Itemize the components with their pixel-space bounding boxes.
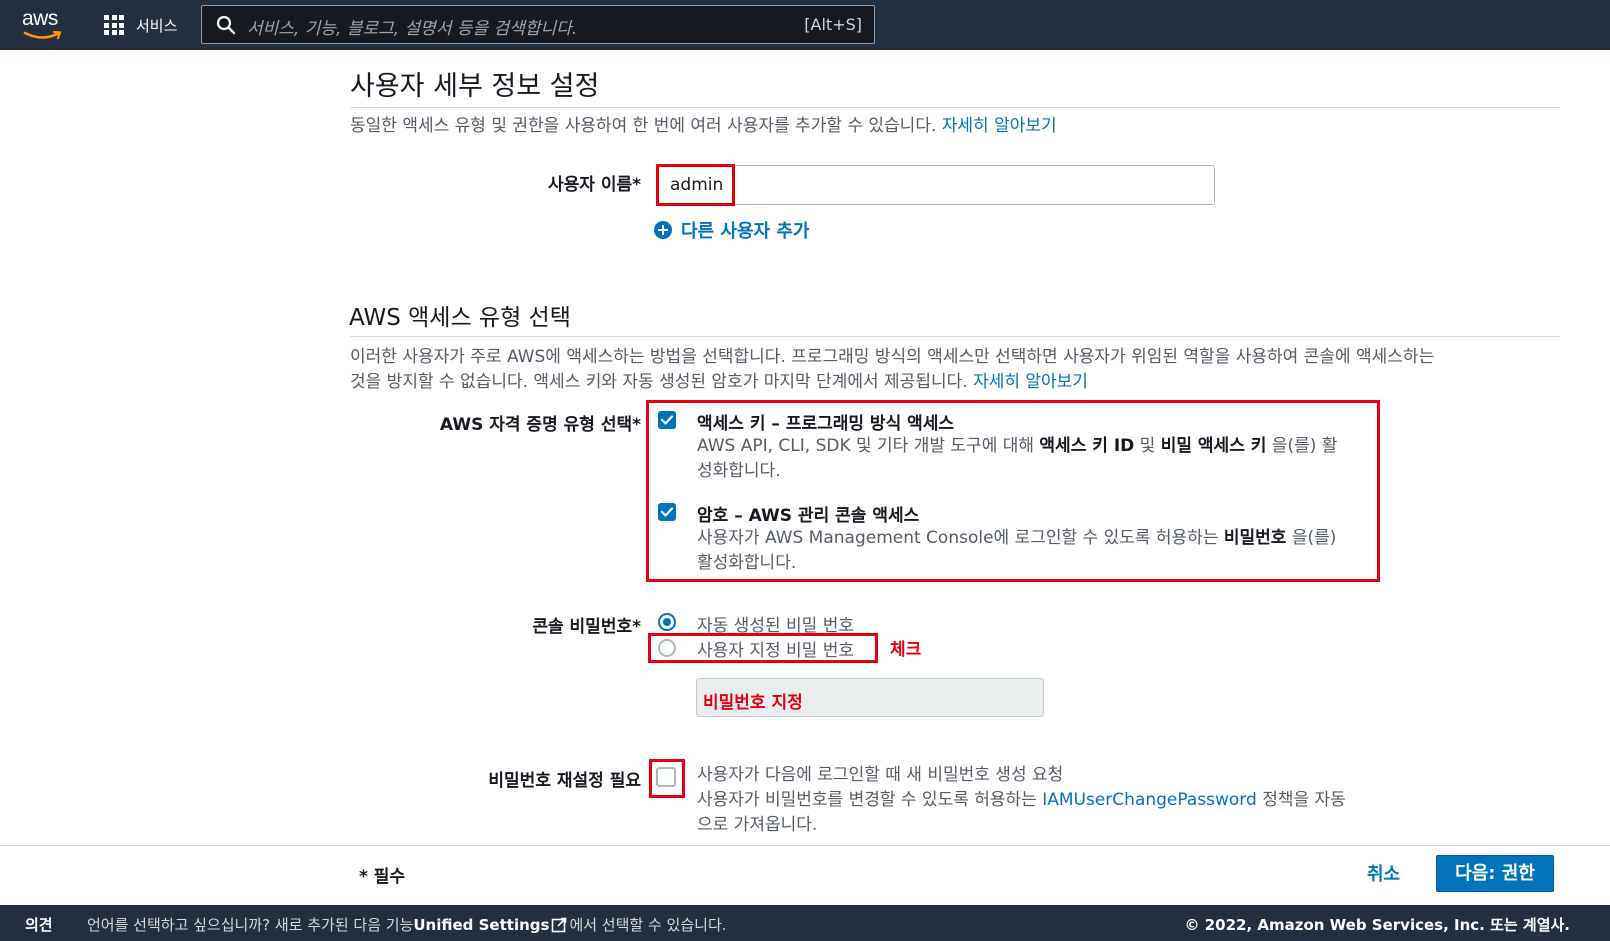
feedback-button[interactable]: 의견: [25, 914, 53, 935]
username-label: 사용자 이름*: [547, 175, 641, 195]
access-type-title: AWS 액세스 유형 선택: [349, 305, 571, 331]
aws-logo[interactable]: aws: [22, 8, 64, 42]
annotation-check-note: 체크: [890, 640, 922, 660]
plus-circle-icon: [654, 221, 672, 239]
add-user-label: 다른 사용자 추가: [681, 221, 810, 242]
learn-more-link-2[interactable]: 자세히 알아보기: [973, 372, 1088, 392]
title-divider: [350, 107, 1560, 108]
console-footer-bar: 의견 언어를 선택하고 싶으십니까? 새로 추가된 다음 기능Unified S…: [0, 905, 1610, 941]
learn-more-link[interactable]: 자세히 알아보기: [942, 116, 1057, 136]
cancel-button[interactable]: 취소: [1367, 860, 1400, 886]
external-link-icon: [552, 917, 567, 933]
console-password-label: 콘솔 비밀번호*: [532, 617, 641, 637]
username-field[interactable]: admin: [657, 165, 1215, 205]
password-reset-label: 비밀번호 재설정 필요: [488, 771, 641, 791]
required-note: * 필수: [359, 867, 406, 887]
top-nav-bar: aws 서비스 서비스, 기능, 블로그, 설명서 등을 검색합니다. [Alt…: [0, 0, 1610, 50]
annotation-box-credential-types: [646, 400, 1380, 582]
search-placeholder: 서비스, 기능, 블로그, 설명서 등을 검색합니다.: [247, 19, 578, 39]
password-reset-desc: 사용자가 다음에 로그인할 때 새 비밀번호 생성 요청 사용자가 비밀번호를 …: [697, 765, 1346, 835]
annotation-box-password-reset: [649, 759, 685, 798]
copyright-text: © 2022, Amazon Web Services, Inc. 또는 계열사…: [1184, 916, 1570, 934]
grid-icon: [104, 15, 124, 35]
user-details-description: 동일한 액세스 유형 및 권한을 사용하여 한 번에 여러 사용자를 추가할 수…: [350, 116, 1057, 136]
search-icon: [216, 15, 236, 35]
aws-smile-icon: [23, 30, 62, 40]
next-permissions-button[interactable]: 다음: 권한: [1436, 855, 1554, 892]
credential-type-label: AWS 자격 증명 유형 선택*: [439, 415, 641, 435]
section-divider: [350, 336, 1560, 337]
unified-settings-link[interactable]: Unified Settings: [413, 916, 549, 934]
add-another-user-button[interactable]: 다른 사용자 추가: [654, 217, 809, 243]
search-shortcut-hint: [Alt+S]: [804, 15, 862, 34]
services-label: 서비스: [136, 16, 178, 35]
access-type-description: 이러한 사용자가 주로 AWS에 액세스하는 방법을 선택합니다. 프로그래밍 …: [350, 347, 1435, 392]
iam-policy-link[interactable]: IAMUserChangePassword: [1042, 790, 1257, 810]
custom-password-input[interactable]: 비밀번호 지정: [696, 678, 1044, 717]
annotation-box-custom-password: [648, 633, 878, 663]
annotation-box-username: [656, 164, 735, 206]
search-input[interactable]: 서비스, 기능, 블로그, 설명서 등을 검색합니다. [Alt+S]: [201, 5, 875, 44]
services-menu-button[interactable]: 서비스: [104, 14, 177, 36]
page-title: 사용자 세부 정보 설정: [350, 71, 600, 102]
custom-password-annotation: 비밀번호 지정: [703, 693, 803, 713]
auto-password-radio[interactable]: [658, 613, 676, 631]
language-notice: 언어를 선택하고 싶으십니까? 새로 추가된 다음 기능Unified Sett…: [87, 916, 727, 934]
aws-logo-text: aws: [22, 7, 58, 30]
